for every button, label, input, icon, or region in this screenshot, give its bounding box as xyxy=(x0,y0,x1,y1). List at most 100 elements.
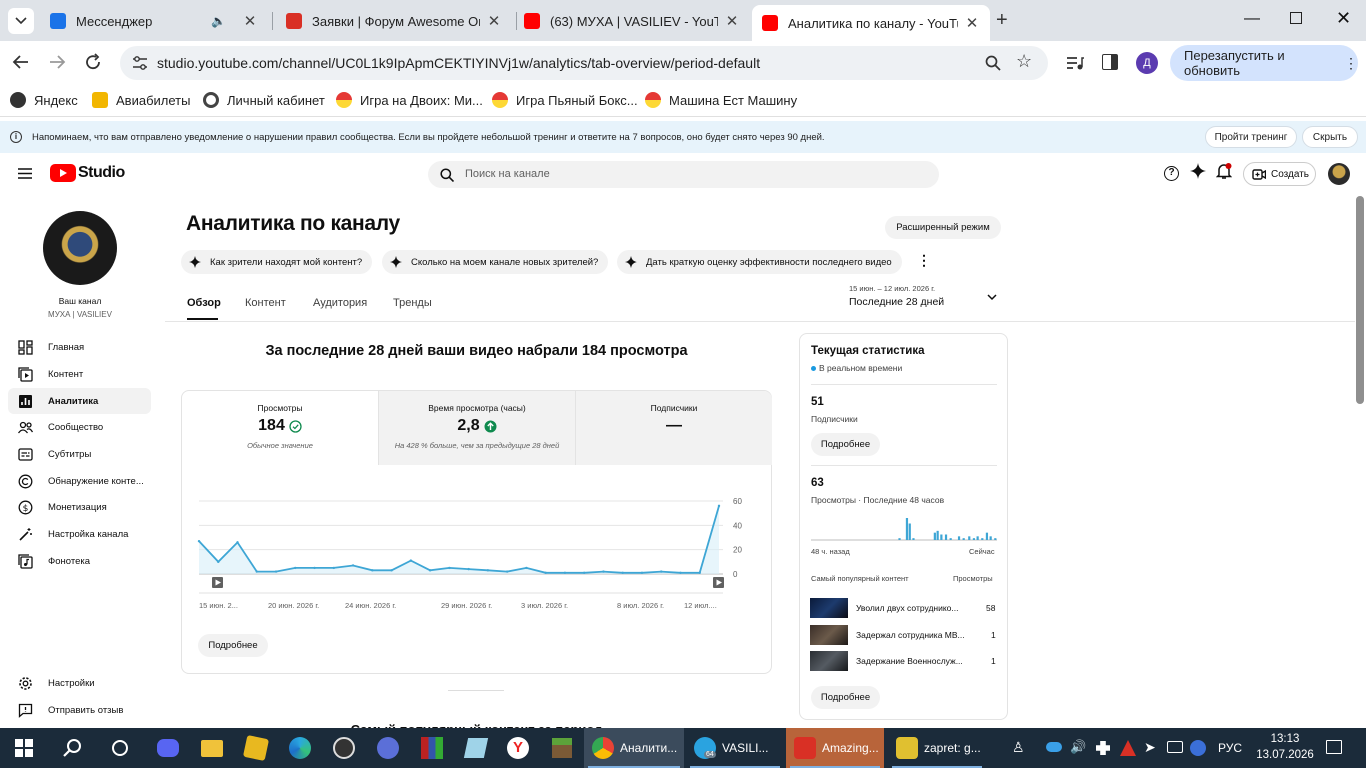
zoom-icon[interactable] xyxy=(985,55,1001,71)
close-window-button[interactable]: ✕ xyxy=(1336,8,1351,29)
gemini-sparkle-button[interactable] xyxy=(1190,163,1206,179)
browser-tab-analytics[interactable]: Аналитика по каналу - YouTub ✕ xyxy=(752,5,990,41)
realtime-bar-chart[interactable] xyxy=(811,512,997,542)
sidebar-item-content[interactable]: Контент xyxy=(8,361,151,387)
advanced-mode-button[interactable]: Расширенный режим xyxy=(885,216,1001,239)
metric-views[interactable]: Просмотры 184 Обычное значение xyxy=(182,391,378,465)
onedrive-icon[interactable] xyxy=(1046,742,1062,752)
side-panel-button[interactable] xyxy=(1102,54,1118,70)
minimize-button[interactable]: — xyxy=(1244,10,1260,28)
sidebar-item-copyright[interactable]: Обнаружение конте... xyxy=(8,468,151,494)
sidebar-item-feedback[interactable]: Отправить отзыв xyxy=(8,697,151,723)
top-content-more-button[interactable]: Подробнее xyxy=(811,686,880,709)
site-info-icon[interactable] xyxy=(132,56,148,70)
profile-avatar[interactable]: Д xyxy=(1136,52,1158,74)
prompt-chip-last-video[interactable]: Дать краткую оценку эффективности послед… xyxy=(617,250,902,274)
browser-tab-messenger[interactable]: Мессенджер 🔈 ✕ xyxy=(40,5,268,37)
bookmark-cabinet[interactable]: Личный кабинет xyxy=(203,92,325,108)
tab-audience[interactable]: Аудитория xyxy=(313,297,367,309)
close-icon[interactable]: ✕ xyxy=(242,12,258,30)
bookmark-yandex[interactable]: Яндекс xyxy=(10,92,78,108)
tray-vpn-icon[interactable] xyxy=(1190,740,1206,756)
page-scrollbar[interactable] xyxy=(1356,196,1364,404)
clock-time[interactable]: 13:13 xyxy=(1254,733,1316,745)
top-video-row[interactable]: Уволил двух сотруднико... 58 xyxy=(810,598,998,618)
task-view-button[interactable] xyxy=(100,732,140,764)
tray-app-icon[interactable] xyxy=(1096,741,1110,755)
network-icon[interactable] xyxy=(1167,741,1183,753)
account-avatar[interactable] xyxy=(1328,163,1350,185)
tab-trends[interactable]: Тренды xyxy=(393,297,432,309)
app-icon-3[interactable] xyxy=(456,732,496,764)
bookmark-game-2[interactable]: Игра Пьяный Бокс... xyxy=(492,92,638,108)
metric-watch-time[interactable]: Время просмотра (часы) 2,8 На 428 % боль… xyxy=(379,391,575,465)
search-taskbar-button[interactable] xyxy=(52,732,92,764)
menu-button[interactable] xyxy=(18,168,32,179)
tab-content[interactable]: Контент xyxy=(245,297,286,309)
clock-date[interactable]: 13.07.2026 xyxy=(1250,749,1320,761)
close-icon[interactable]: ✕ xyxy=(964,14,980,32)
rt-more-button[interactable]: Подробнее xyxy=(811,433,880,456)
explorer-app[interactable] xyxy=(192,732,232,764)
back-button[interactable] xyxy=(12,53,30,71)
close-icon[interactable]: ✕ xyxy=(724,12,740,30)
top-video-row[interactable]: Задержание Военнослуж... 1 xyxy=(810,651,998,671)
notifications-button[interactable] xyxy=(1216,163,1232,180)
bookmark-star-icon[interactable]: ☆ xyxy=(1016,51,1032,72)
winrar-app[interactable] xyxy=(412,732,452,764)
take-training-button[interactable]: Пройти тренинг xyxy=(1205,126,1297,148)
app-icon-1[interactable] xyxy=(236,732,276,764)
tray-amazing-icon[interactable] xyxy=(1120,740,1136,756)
metric-subscribers[interactable]: Подписчики — xyxy=(576,391,772,465)
create-button[interactable]: Создать xyxy=(1243,162,1316,186)
taskbar-amazing-window[interactable]: Amazing... xyxy=(786,728,884,768)
address-bar[interactable]: studio.youtube.com/channel/UC0L1k9IpApmC… xyxy=(120,46,1048,80)
sidebar-item-subtitles[interactable]: Субтитры xyxy=(8,441,151,467)
taskbar-chrome-window[interactable]: Аналити... xyxy=(584,728,684,768)
reload-button[interactable] xyxy=(84,53,102,71)
bookmark-game-3[interactable]: Машина Ест Машину xyxy=(645,92,797,108)
minecraft-app[interactable] xyxy=(542,732,582,764)
bookmark-avia[interactable]: Авиабилеты xyxy=(92,92,190,108)
obs-app[interactable] xyxy=(324,732,364,764)
tab-search-button[interactable] xyxy=(8,8,34,34)
more-details-button[interactable]: Подробнее xyxy=(198,634,268,657)
url-text[interactable]: studio.youtube.com/channel/UC0L1k9IpApmC… xyxy=(157,55,760,71)
restore-button[interactable] xyxy=(1290,12,1302,24)
top-video-row[interactable]: Задержал сотрудника МВ... 1 xyxy=(810,625,998,645)
volume-icon[interactable]: 🔊 xyxy=(1070,739,1086,755)
new-tab-button[interactable]: + xyxy=(996,9,1008,32)
period-selector[interactable]: 15 июн. – 12 июл. 2026 г. Последние 28 д… xyxy=(849,284,1009,314)
people-icon[interactable]: ♙ xyxy=(1012,739,1025,756)
language-indicator[interactable]: РУС xyxy=(1218,741,1242,755)
more-vert-icon[interactable]: ⋮ xyxy=(917,252,931,269)
notification-center-icon[interactable] xyxy=(1326,740,1342,754)
help-icon[interactable]: ? xyxy=(1164,166,1179,181)
studio-logo[interactable]: Studio xyxy=(50,164,125,182)
sidebar-item-audio-library[interactable]: Фонотека xyxy=(8,548,151,574)
tray-telegram-icon[interactable]: ➤ xyxy=(1144,739,1156,756)
taskbar-telegram-window[interactable]: 64 VASILI... xyxy=(686,728,784,768)
bookmark-game-1[interactable]: Игра на Двоих: Ми... xyxy=(336,92,483,108)
sidebar-item-analytics[interactable]: Аналитика xyxy=(8,388,151,414)
discord-app[interactable] xyxy=(148,732,188,764)
edge-app[interactable] xyxy=(280,732,320,764)
start-button[interactable] xyxy=(4,732,44,764)
sidebar-item-customization[interactable]: Настройка канала xyxy=(8,521,151,547)
restart-update-button[interactable]: Перезапустить и обновить ⋮ xyxy=(1170,45,1358,81)
close-icon[interactable]: ✕ xyxy=(486,12,502,30)
taskbar-zapret-window[interactable]: zapret: g... xyxy=(888,728,986,768)
channel-avatar[interactable] xyxy=(43,211,117,285)
prompt-chip-traffic[interactable]: Как зрители находят мой контент? xyxy=(181,250,373,274)
browser-tab-youtube[interactable]: (63) МУХА | VASILIEV - YouTube ✕ xyxy=(514,5,750,37)
browser-tab-forum[interactable]: Заявки | Форум Awesome Onli ✕ xyxy=(276,5,512,37)
speaker-icon[interactable]: 🔈 xyxy=(211,14,226,28)
channel-search-input[interactable]: Поиск на канале xyxy=(428,161,939,188)
sidebar-item-monetization[interactable]: $ Монетизация xyxy=(8,494,151,520)
app-icon-2[interactable] xyxy=(368,732,408,764)
views-line-chart[interactable]: 60 40 20 0 15 июн. 2... 20 июн. 2026 г. 24 июн… xyxy=(182,481,773,616)
sidebar-item-community[interactable]: Сообщество xyxy=(8,414,151,440)
tab-overview[interactable]: Обзор xyxy=(187,297,221,309)
hide-notice-button[interactable]: Скрыть xyxy=(1302,126,1358,148)
prompt-chip-new-viewers[interactable]: Сколько на моем канале новых зрителей? xyxy=(382,250,609,274)
